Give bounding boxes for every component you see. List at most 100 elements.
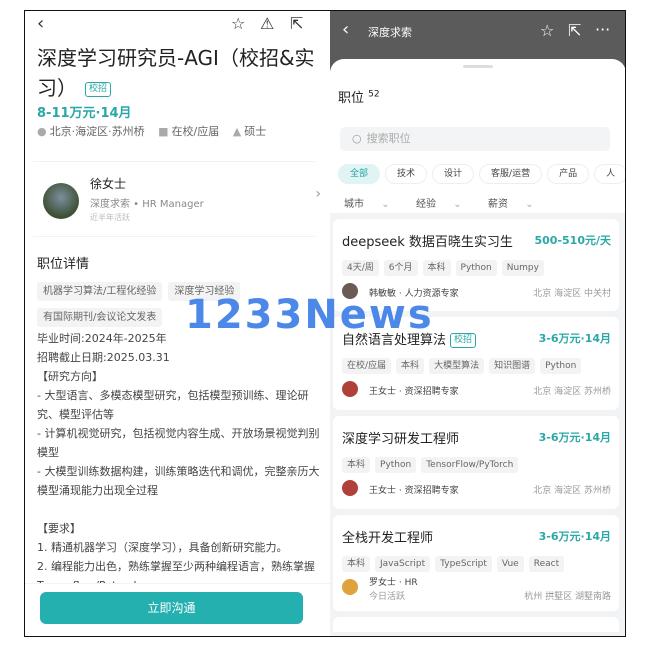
drag-handle[interactable] bbox=[463, 65, 493, 68]
category-product[interactable]: 产品 bbox=[547, 164, 590, 184]
job-card[interactable]: 全栈开发工程师 3-6万元·14月 本科 JavaScript TypeScript… bbox=[333, 515, 619, 611]
search-input[interactable]: ○ 搜索职位 bbox=[340, 127, 610, 151]
search-placeholder: 搜索职位 bbox=[366, 132, 411, 145]
recruiter: 罗女士 · HR bbox=[369, 578, 418, 588]
tag: Vue bbox=[496, 556, 524, 572]
section-title: 职位详情 bbox=[37, 257, 90, 272]
degree: 硕士 bbox=[244, 125, 267, 138]
jobs-heading: 职位 52 bbox=[338, 87, 380, 106]
jobs-sheet: 职位 52 ○搜索职位 全部技术设计客服/运营产品人 城市 ⌄经验 ⌄薪资 ⌄类… bbox=[330, 59, 625, 636]
desc-line: - 计算机视觉研究，包括视觉内容生成、开放场景视觉判别模型 bbox=[37, 427, 320, 459]
filter-experience[interactable]: 经验 ⌄ bbox=[416, 195, 488, 210]
search-icon: ○ bbox=[352, 132, 362, 145]
back-icon[interactable]: ‹ bbox=[37, 13, 44, 34]
job-salary: 3-6万元·14月 bbox=[538, 431, 611, 444]
status: 在校/应届 bbox=[171, 125, 220, 138]
tag: Python bbox=[540, 358, 582, 374]
job-card[interactable]: 深度学习研发工程师 3-6万元·14月 本科 Python TensorFlow/P… bbox=[333, 416, 619, 509]
more-icon[interactable]: ··· bbox=[595, 20, 610, 39]
chevron-down-icon: ⌄ bbox=[525, 199, 534, 210]
category-design[interactable]: 设计 bbox=[432, 164, 475, 184]
tag: 在校/应届 bbox=[342, 358, 392, 374]
tag: Numpy bbox=[501, 260, 544, 276]
category-tabs: 全部 技术 设计 客服/运营 产品人 bbox=[338, 161, 625, 184]
header-title: 深度求索 bbox=[368, 26, 412, 39]
recruiter-activity: 今日活跃 bbox=[369, 592, 406, 602]
recruiter-avatar bbox=[342, 480, 358, 496]
tag: 大模型算法 bbox=[429, 358, 485, 374]
chevron-down-icon: ⌄ bbox=[381, 199, 390, 210]
filter-salary[interactable]: 薪资 ⌄ bbox=[488, 195, 560, 210]
job-meta: ● 北京·海淀区·苏州桥 ■ 在校/应届 ▲ 硕士 bbox=[37, 123, 276, 139]
chat-now-button[interactable]: 立即沟通 bbox=[40, 592, 303, 624]
recruiter-role: 深度求索 • HR Manager bbox=[90, 199, 204, 210]
job-salary: 3-6万元·14月 bbox=[538, 332, 611, 345]
tag: React bbox=[528, 556, 565, 572]
desc-line: 招聘截止日期:2025.03.31 bbox=[37, 351, 170, 364]
briefcase-icon: ■ bbox=[158, 125, 169, 138]
campus-badge: 校招 bbox=[450, 333, 477, 348]
desc-line: - 大型语言、多模态模型研究，包括模型预训练、理论研究、模型评估等 bbox=[37, 389, 309, 421]
tag: TypeScript bbox=[435, 556, 492, 572]
salary: 8-11万元·14月 bbox=[37, 106, 132, 121]
back-icon[interactable]: ‹ bbox=[342, 19, 349, 40]
jobs-title: 职位 bbox=[338, 91, 365, 106]
star-icon[interactable]: ☆ bbox=[231, 14, 245, 33]
recruiter-card[interactable]: 徐女士 深度求索 • HR Manager 近半年活跃 › bbox=[33, 161, 321, 237]
job-card[interactable] bbox=[333, 617, 619, 632]
tag: 本科 bbox=[422, 260, 451, 276]
job-description: 毕业时间:2024年-2025年 招聘截止日期:2025.03.31 【研究方向… bbox=[37, 329, 322, 595]
tag: Python bbox=[455, 260, 497, 276]
recruiter-avatar bbox=[342, 381, 358, 397]
report-icon[interactable]: ⚠ bbox=[260, 14, 274, 33]
campus-badge: 校招 bbox=[85, 82, 112, 97]
job-location: 北京 海淀区 中关村 bbox=[533, 289, 611, 299]
watermark: 1233News bbox=[185, 292, 434, 338]
recruiter-avatar bbox=[342, 579, 358, 595]
job-list: deepseek 数据百晓生实习生 500-510元/天 4天/周 6个月 本科 Py… bbox=[330, 213, 625, 636]
desc-line: 1. 精通机器学习（深度学习），具备创新研究能力。 bbox=[37, 541, 288, 554]
tag: 本科 bbox=[396, 358, 425, 374]
job-salary: 3-6万元·14月 bbox=[538, 530, 611, 543]
desc-line: 【研究方向】 bbox=[37, 370, 103, 383]
recruiter-avatar bbox=[43, 183, 79, 219]
recruiter-name: 徐女士 bbox=[90, 177, 127, 191]
category-service[interactable]: 客服/运营 bbox=[479, 164, 543, 184]
filter-city[interactable]: 城市 ⌄ bbox=[344, 195, 416, 210]
filter-label: 经验 bbox=[416, 199, 436, 210]
tag: 4天/周 bbox=[342, 260, 379, 276]
tag: 本科 bbox=[342, 556, 371, 572]
tag: TensorFlow/PyTorch bbox=[421, 457, 519, 473]
desc-line: - 大模型训练数据构建，训练策略迭代和调优，完整亲历大模型涌现能力出现全过程 bbox=[37, 465, 320, 497]
share-icon[interactable]: ⇱ bbox=[568, 21, 581, 40]
recruiter: 王女士 · 资深招聘专家 bbox=[369, 486, 459, 496]
tag: 有国际期刊/会议论文发表 bbox=[37, 308, 163, 327]
recruiter-activity: 近半年活跃 bbox=[90, 213, 130, 222]
location: 北京·海淀区·苏州桥 bbox=[49, 125, 145, 138]
filter-label: 薪资 bbox=[488, 199, 508, 210]
job-title: 深度学习研究员-AGI（校招&实习） 校招 bbox=[37, 43, 322, 103]
chevron-right-icon: › bbox=[315, 186, 321, 202]
category-all[interactable]: 全部 bbox=[338, 164, 381, 184]
job-title-text: 深度学习研究员-AGI（校招&实习） bbox=[37, 46, 315, 100]
tag: 6个月 bbox=[383, 260, 418, 276]
tag: 知识图谱 bbox=[489, 358, 536, 374]
jobs-count: 52 bbox=[368, 89, 380, 100]
category-tech[interactable]: 技术 bbox=[385, 164, 428, 184]
desc-line bbox=[37, 500, 322, 519]
chevron-down-icon: ⌄ bbox=[453, 199, 462, 210]
star-icon[interactable]: ☆ bbox=[540, 21, 554, 40]
job-title: deepseek 数据百晓生实习生 bbox=[342, 235, 513, 250]
job-title: 深度学习研发工程师 bbox=[342, 432, 460, 447]
job-location: 杭州 拱墅区 湖墅南路 bbox=[524, 592, 611, 602]
tag: 本科 bbox=[342, 457, 371, 473]
share-icon[interactable]: ⇱ bbox=[290, 14, 303, 33]
category-hr[interactable]: 人 bbox=[594, 164, 625, 184]
tag: JavaScript bbox=[375, 556, 431, 572]
recruiter: 王女士 · 资深招聘专家 bbox=[369, 387, 459, 397]
job-title: 全栈开发工程师 bbox=[342, 531, 434, 546]
degree-icon: ▲ bbox=[232, 125, 242, 138]
job-location: 北京 海淀区 苏州桥 bbox=[533, 486, 611, 496]
job-location: 北京 海淀区 苏州桥 bbox=[533, 387, 611, 397]
location-icon: ● bbox=[37, 125, 47, 138]
